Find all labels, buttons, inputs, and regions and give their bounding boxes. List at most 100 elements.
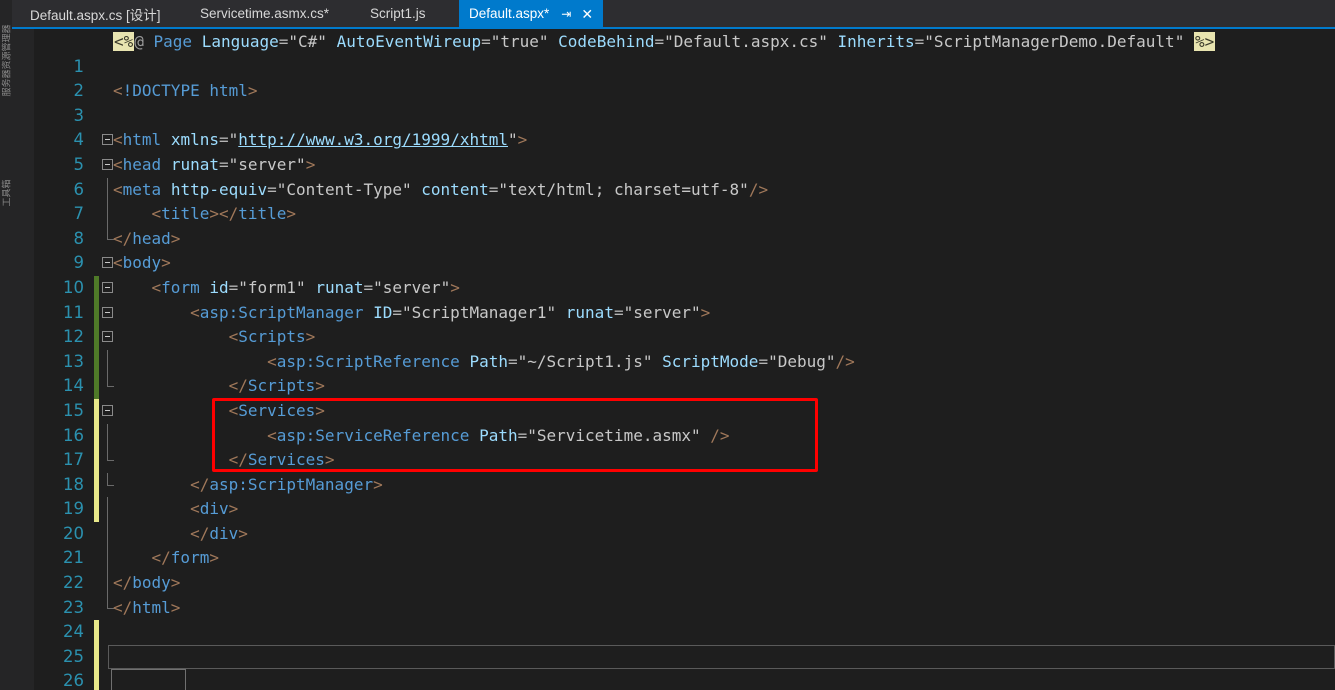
code-line[interactable]: 20 <div>: [12, 497, 1335, 543]
tab-label: Default.aspx*: [469, 6, 550, 21]
code-line[interactable]: 19 </asp:ScriptManager>: [12, 472, 1335, 518]
fold-toggle-icon[interactable]: [102, 331, 113, 343]
line-content[interactable]: <%@ Page Language="C#" AutoEventWireup="…: [113, 30, 1216, 55]
line-content[interactable]: </body>: [113, 571, 180, 596]
line-content[interactable]: </Services>: [113, 448, 335, 473]
code-line[interactable]: 12 <asp:ScriptManager ID="ScriptManager1…: [12, 300, 1335, 346]
fold-guide-line: [107, 546, 108, 572]
tab-servicetime-asmx-cs[interactable]: Servicetime.asmx.cs*: [190, 0, 339, 27]
code-line[interactable]: 27: [12, 669, 1335, 690]
code-line[interactable]: 10 <body>: [12, 251, 1335, 297]
change-bar-saved: [94, 325, 99, 350]
fold-toggle-icon[interactable]: [102, 257, 113, 269]
tab-label: Default.aspx.cs [设计]: [30, 7, 161, 23]
tab-default-aspx[interactable]: Default.aspx* ⇥ ✕: [459, 0, 604, 27]
close-icon[interactable]: ✕: [581, 7, 593, 21]
line-content[interactable]: <asp:ServiceReference Path="Servicetime.…: [113, 424, 729, 449]
tab-script1-js[interactable]: Script1.js: [360, 0, 436, 27]
code-line[interactable]: 13 <Scripts>: [12, 325, 1335, 371]
change-bar-saved: [94, 300, 99, 326]
code-lines: 1 <%@ Page Language="C#" AutoEventWireup…: [12, 30, 1335, 690]
code-line[interactable]: 22 </form>: [12, 546, 1335, 592]
code-line[interactable]: 9 </head>: [12, 226, 1335, 272]
line-content[interactable]: <meta http-equiv="Content-Type" content=…: [113, 178, 768, 203]
tab-default-aspx-cs-design[interactable]: Default.aspx.cs [设计]: [20, 0, 171, 27]
tab-label: Servicetime.asmx.cs*: [200, 6, 330, 21]
code-line[interactable]: 11 <form id="form1" runat="server">: [12, 275, 1335, 322]
fold-toggle-icon[interactable]: [102, 134, 113, 146]
code-line[interactable]: 4: [12, 104, 1335, 149]
line-content[interactable]: </html>: [113, 596, 180, 621]
code-line[interactable]: 14 <asp:ScriptReference Path="~/Script1.…: [12, 349, 1335, 395]
line-content[interactable]: <title></title>: [113, 202, 297, 227]
line-content[interactable]: </Scripts>: [113, 374, 325, 399]
code-line[interactable]: 18 </Services>: [12, 448, 1335, 494]
change-bar-unsaved: [94, 472, 99, 498]
code-line[interactable]: 17 <asp:ServiceReference Path="Serviceti…: [12, 423, 1335, 469]
tab-label: Script1.js: [370, 6, 426, 21]
code-line[interactable]: 15 </Scripts>: [12, 374, 1335, 420]
change-bar-unsaved: [94, 669, 99, 690]
change-bar-unsaved: [94, 423, 99, 449]
code-line[interactable]: 5 <html xmlns="http://www.w3.org/1999/xh…: [12, 128, 1335, 174]
line-content[interactable]: <asp:ScriptReference Path="~/Script1.js"…: [113, 350, 855, 375]
fold-guide-line: [107, 497, 108, 522]
line-content[interactable]: </asp:ScriptManager>: [113, 473, 383, 498]
fold-guide-line: [107, 423, 108, 449]
code-line[interactable]: 16 <Services>: [12, 398, 1335, 445]
line-content[interactable]: <html xmlns="http://www.w3.org/1999/xhtm…: [113, 128, 527, 153]
visual-studio-editor-window: 服务器资源管理器 工具箱 Default.aspx.cs [设计] Servic…: [0, 0, 1335, 690]
line-content[interactable]: <form id="form1" runat="server">: [113, 276, 460, 301]
code-line[interactable]: 6 <head runat="server">: [12, 153, 1335, 199]
dock-label-server-explorer[interactable]: 服务器资源管理器: [0, 24, 13, 96]
line-content[interactable]: </div>: [113, 522, 248, 547]
line-content[interactable]: </head>: [113, 227, 180, 252]
code-editor-surface[interactable]: 1 <%@ Page Language="C#" AutoEventWireup…: [12, 27, 1335, 690]
line-content[interactable]: <Scripts>: [113, 325, 316, 350]
fold-guide-line-end: [107, 374, 114, 388]
code-line[interactable]: 7 <meta http-equiv="Content-Type" conten…: [12, 177, 1335, 223]
line-content[interactable]: <body>: [113, 251, 171, 276]
line-content[interactable]: <Services>: [113, 399, 325, 424]
change-bar-saved: [94, 275, 99, 301]
code-line[interactable]: 1 <%@ Page Language="C#" AutoEventWireup…: [12, 30, 1335, 76]
change-bar-saved: [94, 349, 99, 375]
fold-guide-line-end: [107, 595, 114, 609]
code-line-current[interactable]: 23 </body>: [12, 571, 1335, 690]
code-line[interactable]: 24 </html>: [12, 595, 1335, 641]
document-tab-bar: Default.aspx.cs [设计] Servicetime.asmx.cs…: [12, 0, 1335, 27]
change-bar-unsaved: [94, 644, 99, 670]
change-bar-unsaved: [94, 620, 99, 645]
fold-guide-line-end: [107, 472, 114, 486]
fold-guide-line: [107, 202, 108, 227]
active-tab-underline: [12, 27, 1335, 29]
line-content[interactable]: <head runat="server">: [113, 153, 315, 178]
code-line[interactable]: 3 <!DOCTYPE html>: [12, 79, 1335, 125]
pin-icon[interactable]: ⇥: [561, 8, 571, 20]
fold-toggle-icon[interactable]: [102, 281, 113, 293]
aspx-directive-open: <%: [113, 32, 135, 51]
fold-toggle-icon[interactable]: [102, 404, 113, 416]
change-bar-unsaved: [94, 448, 99, 473]
docked-panel-strip[interactable]: 服务器资源管理器 工具箱: [0, 0, 12, 690]
line-content[interactable]: <div>: [113, 497, 238, 522]
code-line[interactable]: 8 <title></title>: [12, 202, 1335, 248]
code-line[interactable]: 26: [12, 644, 1335, 690]
fold-guide-line-end: [107, 226, 114, 240]
line-content[interactable]: <!DOCTYPE html>: [113, 79, 258, 104]
change-bar-saved: [94, 374, 99, 399]
fold-guide-line: [107, 571, 108, 596]
xmlns-url-link[interactable]: http://www.w3.org/1999/xhtml: [238, 130, 508, 149]
fold-guide-line: [107, 349, 108, 375]
dock-label-toolbox[interactable]: 工具箱: [0, 147, 13, 206]
change-bar-unsaved: [94, 398, 99, 424]
fold-toggle-icon[interactable]: [102, 158, 113, 170]
fold-toggle-icon[interactable]: [102, 306, 113, 318]
code-line[interactable]: 25: [12, 620, 1335, 666]
line-content[interactable]: <asp:ScriptManager ID="ScriptManager1" r…: [113, 301, 710, 326]
line-content[interactable]: </form>: [113, 546, 219, 571]
code-line[interactable]: 21 </div>: [12, 521, 1335, 567]
aspx-directive-close: %>: [1193, 32, 1216, 51]
change-bar-unsaved: [94, 497, 99, 522]
code-line[interactable]: 2: [12, 55, 1335, 100]
